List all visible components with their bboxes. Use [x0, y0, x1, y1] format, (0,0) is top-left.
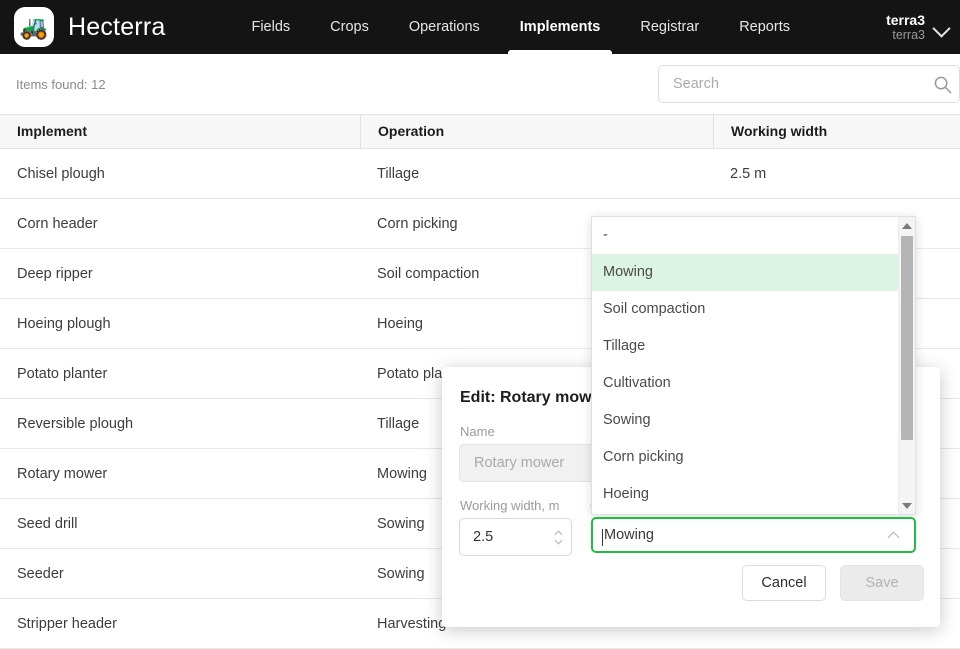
- cell-implement: Deep ripper: [0, 266, 360, 282]
- column-header-working-width[interactable]: Working width: [713, 114, 960, 149]
- name-field-label: Name: [460, 424, 495, 439]
- operation-option[interactable]: Corn picking: [592, 439, 898, 476]
- nav-link-operations[interactable]: Operations: [389, 0, 500, 54]
- nav-link-fields[interactable]: Fields: [231, 0, 310, 54]
- triangle-up-icon[interactable]: [899, 217, 915, 234]
- table-header-row: Implement Operation Working width: [0, 114, 960, 149]
- nav-link-implements[interactable]: Implements: [500, 0, 621, 54]
- nav-links: Fields Crops Operations Implements Regis…: [231, 0, 810, 54]
- nav-link-crops[interactable]: Crops: [310, 0, 389, 54]
- operation-option[interactable]: Cultivation: [592, 365, 898, 402]
- toolbar: Items found: 12: [0, 54, 960, 114]
- column-header-implement[interactable]: Implement: [0, 114, 360, 149]
- search-input[interactable]: [659, 76, 925, 92]
- stepper-updown-icon[interactable]: [545, 530, 571, 545]
- chevron-up-icon[interactable]: [882, 531, 904, 539]
- operation-option[interactable]: -: [592, 217, 898, 254]
- working-width-input[interactable]: [460, 529, 545, 545]
- working-width-field-wrap[interactable]: [459, 518, 572, 556]
- operation-option[interactable]: Tillage: [592, 328, 898, 365]
- table-row[interactable]: Chisel ploughTillage2.5 m: [0, 149, 960, 199]
- cell-working-width: 2.5 m: [713, 166, 960, 182]
- scrollbar-thumb[interactable]: [901, 236, 913, 440]
- cell-implement: Hoeing plough: [0, 316, 360, 332]
- operation-option[interactable]: Hoeing: [592, 476, 898, 513]
- brand[interactable]: 🚜 Hecterra: [0, 7, 165, 47]
- user-texts: terra3 terra3: [886, 12, 925, 42]
- cell-implement: Seed drill: [0, 516, 360, 532]
- cell-implement: Potato planter: [0, 366, 360, 382]
- column-header-operation[interactable]: Operation: [360, 114, 713, 149]
- operation-option[interactable]: Sowing: [592, 402, 898, 439]
- operation-option[interactable]: Soil compaction: [592, 291, 898, 328]
- user-menu[interactable]: terra3 terra3: [886, 0, 948, 54]
- cell-implement: Stripper header: [0, 616, 360, 632]
- cancel-button[interactable]: Cancel: [742, 565, 826, 601]
- cell-operation: Tillage: [360, 166, 713, 182]
- cell-implement: Reversible plough: [0, 416, 360, 432]
- top-navbar: 🚜 Hecterra Fields Crops Operations Imple…: [0, 0, 960, 54]
- search-icon[interactable]: [925, 75, 959, 94]
- triangle-down-icon[interactable]: [899, 497, 915, 514]
- operation-select[interactable]: Mowing: [591, 517, 916, 553]
- user-name: terra3: [886, 12, 925, 28]
- cell-implement: Corn header: [0, 216, 360, 232]
- user-account: terra3: [886, 28, 925, 42]
- cell-implement: Seeder: [0, 566, 360, 582]
- dialog-actions: Cancel Save: [742, 565, 924, 601]
- save-button: Save: [840, 565, 924, 601]
- operation-select-value[interactable]: Mowing: [593, 527, 882, 543]
- operation-option-list: -MowingSoil compactionTillageCultivation…: [592, 217, 898, 514]
- select-scrollbar[interactable]: [898, 217, 915, 514]
- operation-select-menu: -MowingSoil compactionTillageCultivation…: [591, 216, 916, 515]
- brand-name: Hecterra: [68, 13, 165, 42]
- nav-link-reports[interactable]: Reports: [719, 0, 810, 54]
- dialog-title: Edit: Rotary mower: [460, 389, 607, 407]
- chevron-down-icon: [932, 19, 950, 37]
- items-found-label: Items found: 12: [16, 77, 106, 92]
- search-box[interactable]: [658, 65, 960, 103]
- nav-link-registrar[interactable]: Registrar: [620, 0, 719, 54]
- cell-implement: Rotary mower: [0, 466, 360, 482]
- working-width-field-label: Working width, m: [460, 498, 559, 513]
- operation-option[interactable]: Mowing: [592, 254, 898, 291]
- tractor-icon: 🚜: [14, 7, 54, 47]
- cell-implement: Chisel plough: [0, 166, 360, 182]
